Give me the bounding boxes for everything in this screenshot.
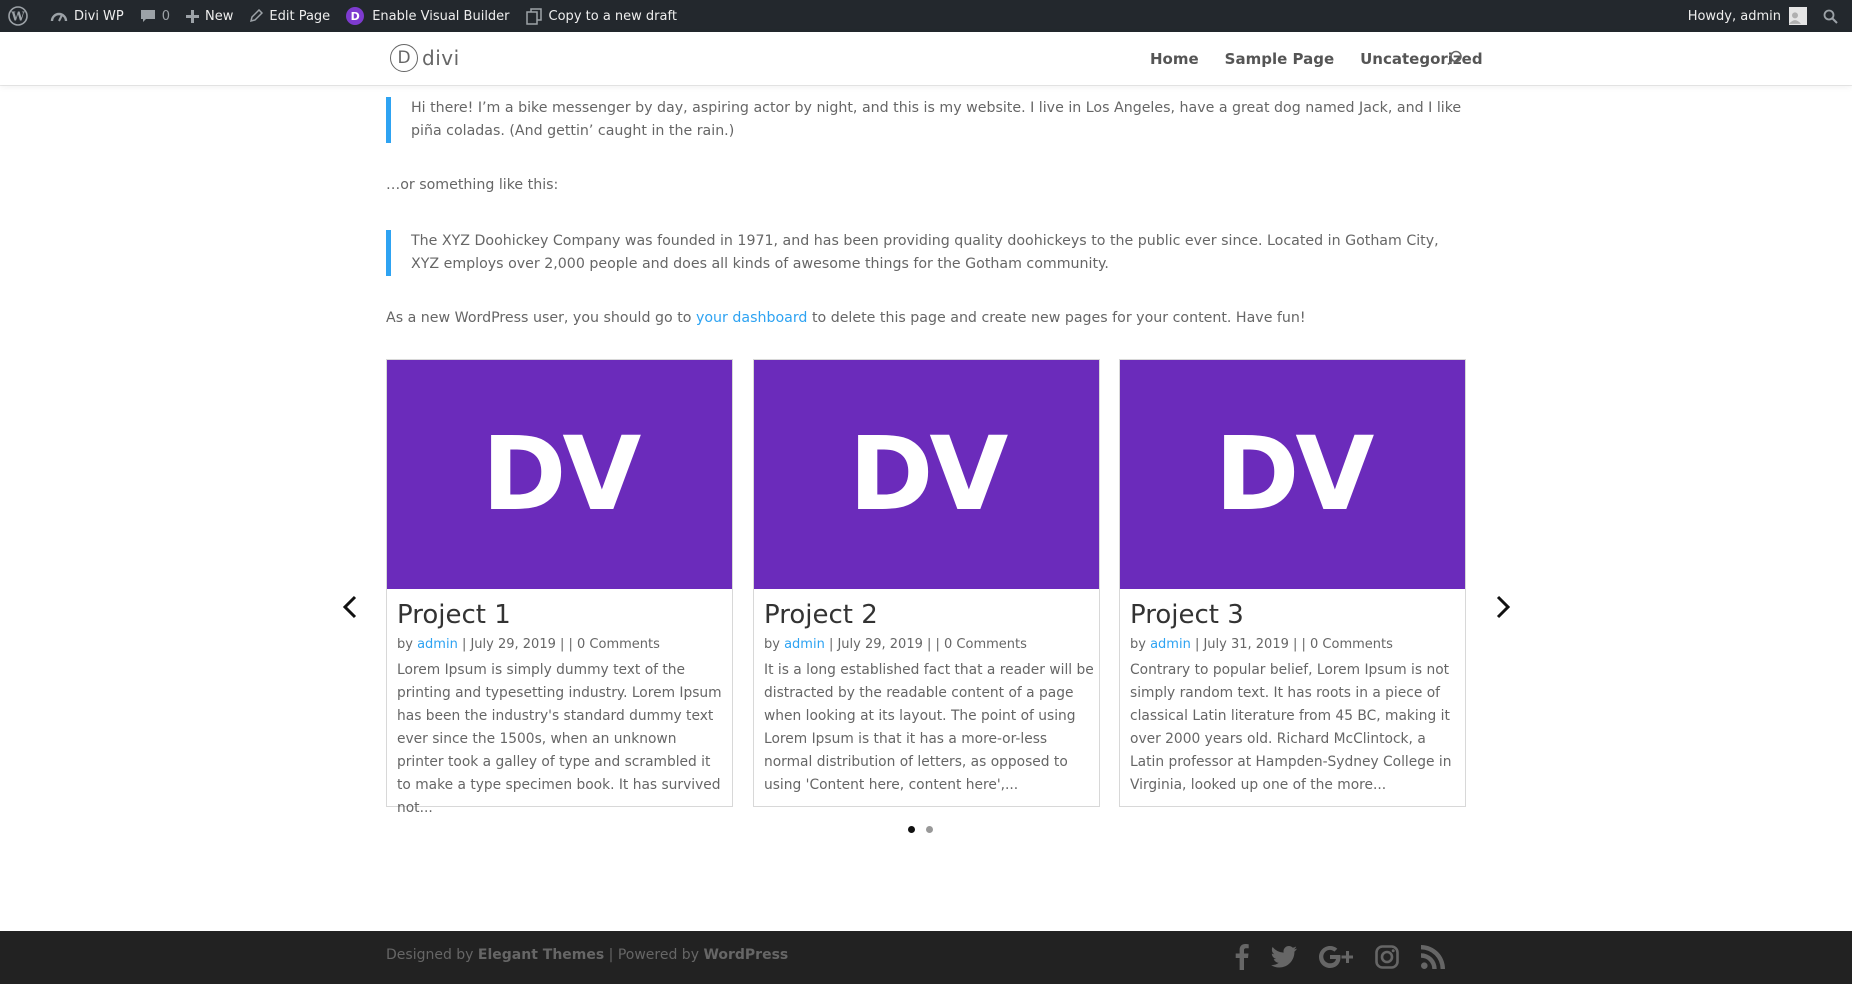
project-title[interactable]: Project 3 (1130, 600, 1244, 630)
copy-draft-button[interactable]: Copy to a new draft (518, 0, 685, 32)
project-meta: by admin | July 29, 2019 | | 0 Comments (764, 637, 1027, 652)
wordpress-icon: W (8, 6, 28, 26)
paragraph-dashboard-before: As a new WordPress user, you should go t… (386, 310, 696, 326)
project-thumbnail[interactable]: DV (387, 360, 732, 589)
project-title[interactable]: Project 2 (764, 600, 878, 630)
dv-logo: DV (848, 415, 1009, 534)
blockquote-company: The XYZ Doohickey Company was founded in… (386, 230, 1466, 276)
plus-icon (186, 9, 200, 23)
project-excerpt: It is a long established fact that a rea… (764, 662, 1094, 793)
project-meta: by admin | July 31, 2019 | | 0 Comments (1130, 637, 1393, 652)
instagram-link[interactable] (1375, 945, 1399, 969)
footer-credits: Designed by Elegant Themes | Powered by … (386, 947, 788, 963)
project-author-link[interactable]: admin (784, 637, 825, 652)
site-logo[interactable]: D divi (390, 44, 460, 72)
admin-search-button[interactable] (1815, 0, 1852, 32)
facebook-icon (1235, 944, 1249, 970)
new-content-button[interactable]: New (178, 0, 241, 32)
project-meta-rest: | July 29, 2019 | | 0 Comments (457, 637, 660, 652)
copy-icon (525, 7, 542, 25)
nav-item-uncategorized[interactable]: Uncategorized (1360, 50, 1482, 68)
site-header: D divi Home Sample Page Uncategorized (0, 32, 1852, 85)
project-card[interactable]: DV Project 2 by admin | July 29, 2019 | … (753, 359, 1100, 807)
edit-page-label: Edit Page (269, 8, 331, 24)
wordpress-logo-button[interactable]: W (0, 0, 42, 32)
edit-page-button[interactable]: Edit Page (241, 0, 338, 32)
designed-by-text: Designed by (386, 947, 478, 963)
chevron-left-icon (342, 595, 357, 619)
svg-text:W: W (10, 10, 25, 24)
wordpress-link[interactable]: WordPress (703, 947, 788, 963)
pencil-icon (250, 9, 264, 23)
project-author-link[interactable]: admin (1150, 637, 1191, 652)
dv-logo: DV (481, 415, 642, 534)
project-excerpt: Lorem Ipsum is simply dummy text of the … (397, 662, 722, 816)
logo-mark: D (390, 44, 418, 72)
project-meta-by: by (764, 637, 785, 652)
dashboard-link[interactable]: your dashboard (696, 310, 807, 326)
project-meta-by: by (1130, 637, 1151, 652)
comment-icon (140, 10, 155, 22)
paragraph-dashboard-after: to delete this page and create new pages… (807, 310, 1306, 326)
social-icons (1235, 944, 1467, 970)
project-card[interactable]: DV Project 1 by admin | July 29, 2019 | … (386, 359, 733, 816)
twitter-link[interactable] (1271, 946, 1297, 968)
new-label: New (205, 8, 234, 24)
project-meta-rest: | July 31, 2019 | | 0 Comments (1190, 637, 1393, 652)
nav-item-sample-page[interactable]: Sample Page (1225, 50, 1334, 68)
facebook-link[interactable] (1235, 944, 1249, 970)
copy-draft-label: Copy to a new draft (548, 8, 677, 24)
google-plus-icon (1319, 946, 1353, 968)
header-search-button[interactable] (1447, 50, 1463, 70)
project-excerpt: Contrary to popular belief, Lorem Ipsum … (1130, 662, 1452, 793)
nav-item-home[interactable]: Home (1150, 50, 1199, 68)
divi-icon: D (346, 7, 365, 25)
carousel-dot[interactable] (926, 826, 933, 833)
dashboard-icon (50, 12, 68, 22)
blockquote-company-text: The XYZ Doohickey Company was founded in… (411, 233, 1439, 272)
instagram-icon (1375, 945, 1399, 969)
site-name-button[interactable]: Divi WP (42, 0, 132, 32)
carousel-dot-active[interactable] (908, 826, 915, 833)
elegant-themes-link[interactable]: Elegant Themes (478, 947, 604, 963)
google-plus-link[interactable] (1319, 946, 1353, 968)
site-name-label: Divi WP (74, 8, 124, 24)
paragraph-or-something: …or something like this: (386, 177, 559, 193)
chevron-right-icon (1496, 595, 1511, 619)
project-thumbnail[interactable]: DV (754, 360, 1099, 589)
howdy-label: Howdy, admin (1687, 8, 1781, 24)
twitter-icon (1271, 946, 1297, 968)
carousel-next-button[interactable] (1495, 594, 1511, 624)
carousel-pagination (908, 826, 944, 833)
carousel-prev-button[interactable] (342, 594, 358, 624)
search-icon (1823, 9, 1838, 24)
visual-builder-label: Enable Visual Builder (372, 8, 510, 24)
project-title[interactable]: Project 1 (397, 600, 511, 630)
project-meta-rest: | July 29, 2019 | | 0 Comments (824, 637, 1027, 652)
avatar (1789, 7, 1807, 25)
project-meta-by: by (397, 637, 418, 652)
project-author-link[interactable]: admin (417, 637, 458, 652)
site-footer: Designed by Elegant Themes | Powered by … (0, 931, 1852, 984)
project-meta: by admin | July 29, 2019 | | 0 Comments (397, 637, 660, 652)
search-icon (1447, 50, 1462, 66)
paragraph-dashboard: As a new WordPress user, you should go t… (386, 307, 1306, 330)
powered-by-text: | Powered by (604, 947, 704, 963)
project-thumbnail[interactable]: DV (1120, 360, 1465, 589)
blockquote-intro-text: Hi there! I’m a bike messenger by day, a… (411, 100, 1462, 139)
rss-link[interactable] (1421, 945, 1445, 969)
admin-bar: W Divi WP 0 New Edit Page D Enable Visua… (0, 0, 1852, 32)
enable-visual-builder-button[interactable]: D Enable Visual Builder (338, 0, 517, 32)
user-silhouette-icon (1789, 12, 1801, 24)
dv-logo: DV (1214, 415, 1375, 534)
comments-count: 0 (161, 8, 171, 24)
comments-button[interactable]: 0 (132, 0, 178, 32)
my-account-button[interactable]: Howdy, admin (1680, 0, 1815, 32)
logo-text: divi (422, 46, 460, 70)
blockquote-intro: Hi there! I’m a bike messenger by day, a… (386, 97, 1466, 143)
rss-icon (1421, 945, 1445, 969)
project-card[interactable]: DV Project 3 by admin | July 31, 2019 | … (1119, 359, 1466, 807)
